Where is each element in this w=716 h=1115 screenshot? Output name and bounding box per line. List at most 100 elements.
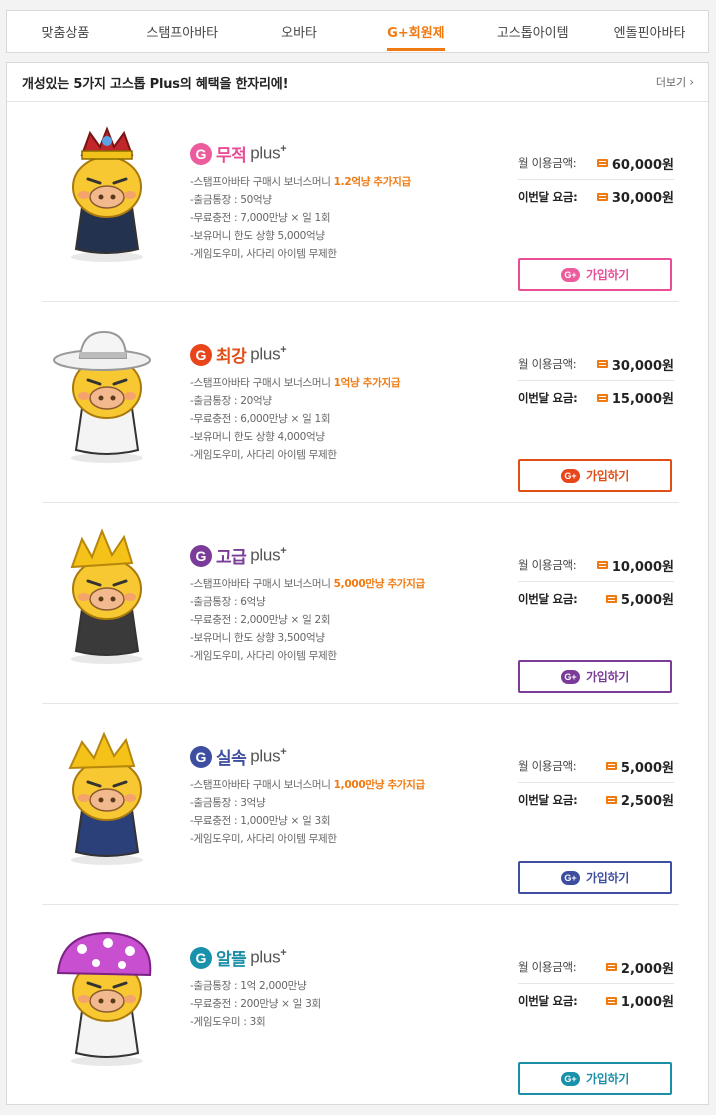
coin-icon	[596, 393, 608, 402]
tab-custom-products[interactable]: 맞춤상품	[7, 11, 124, 52]
plan-row: G 실속 plus+ -스탬프아바타 구매시 보너스머니 1,000만냥 추가지급 -출…	[42, 706, 679, 907]
plan-prices: 월 이용금액: 10,000원 이번달 요금: 5,000원	[518, 549, 674, 615]
coin-icon	[605, 762, 617, 770]
feature-text: -게임도우미 : 3회	[190, 1016, 266, 1028]
g-plus-icon: G+	[561, 1071, 581, 1086]
monthly-price: 60,000원	[596, 154, 674, 173]
this-month-price-label: 이번달 요금:	[518, 993, 578, 1008]
g-plus-icon: G+	[561, 468, 581, 483]
plan-feature-item: -출금통장 : 3억냥	[190, 794, 425, 812]
plan-feature-list: -스탬프아바타 구매시 보너스머니 1억냥 추가지급 -출금통장 : 20억냥 -무…	[190, 374, 400, 464]
feature-highlight: 1억냥 추가지급	[333, 377, 401, 389]
plan-feature-item: -무료충전 : 7,000만냥 × 일 1회	[190, 209, 411, 227]
category-tabs: 맞춤상품 스탬프아바타 오바타 G+회원제 고스톱아이템 엔돌핀아바타	[6, 10, 709, 53]
join-button[interactable]: G+ 가입하기	[518, 660, 672, 693]
feature-text: -무료충전 : 2,000만냥 × 일 2회	[190, 614, 331, 626]
tab-gostop-items[interactable]: 고스톱아이템	[474, 11, 591, 52]
plan-feature-item: -무료충전 : 1,000만냥 × 일 3회	[190, 812, 425, 830]
this-month-price-row: 이번달 요금: 5,000원	[518, 582, 674, 615]
feature-text: -게임도우미, 사다리 아이템 무제한	[190, 650, 337, 662]
feature-text: -무료충전 : 200만냥 × 일 3회	[190, 998, 321, 1010]
plan-feature-item: -출금통장 : 6억냥	[190, 593, 425, 611]
plan-feature-item: -무료충전 : 6,000만냥 × 일 1회	[190, 410, 400, 428]
plan-feature-item: -보유머니 한도 상향 3,500억냥	[190, 629, 425, 647]
plan-feature-item: -출금통장 : 20억냥	[190, 392, 400, 410]
monthly-price-label: 월 이용금액:	[518, 960, 577, 974]
tab-stamp-avatar[interactable]: 스탬프아바타	[124, 11, 241, 52]
coin-icon	[605, 594, 617, 603]
monthly-price: 10,000원	[596, 556, 674, 575]
more-label: 더보기	[655, 76, 687, 89]
plan-divider	[42, 301, 679, 302]
g-logo-icon: G	[190, 745, 212, 768]
plan-row: G 무적 plus+ -스탬프아바타 구매시 보너스머니 1.2억냥 추가지급 -출금통…	[42, 103, 679, 304]
monthly-price-row: 월 이용금액: 5,000원	[518, 750, 674, 783]
monthly-price-row: 월 이용금액: 10,000원	[518, 549, 674, 582]
plan-character-image	[52, 326, 162, 466]
plan-name-text: 고급	[216, 548, 247, 568]
plan-plus-text: plus+	[250, 143, 287, 163]
join-label: 가입하기	[586, 670, 629, 684]
join-button[interactable]: G+ 가입하기	[518, 459, 672, 492]
coin-icon	[605, 795, 617, 804]
tab-endorphin-avatar[interactable]: 엔돌핀아바타	[591, 11, 708, 52]
plan-name: G 최강 plus+	[190, 342, 287, 367]
tab-obata[interactable]: 오바타	[241, 11, 358, 52]
g-logo-icon: G	[190, 142, 212, 165]
coin-icon	[596, 561, 608, 569]
this-month-price-row: 이번달 요금: 1,000원	[518, 984, 674, 1017]
feature-text: -무료충전 : 7,000만냥 × 일 1회	[190, 212, 331, 224]
plan-prices: 월 이용금액: 30,000원 이번달 요금: 15,000원	[518, 348, 674, 414]
plan-feature-item: -게임도우미, 사다리 아이템 무제한	[190, 245, 411, 263]
panel-header: 개성있는 5가지 고스톱 Plus의 혜택을 한자리에! 더보기 ›	[7, 63, 708, 102]
join-button[interactable]: G+ 가입하기	[518, 1062, 672, 1095]
plan-plus-text: plus+	[250, 746, 287, 766]
coin-icon	[596, 360, 608, 368]
feature-text: -무료충전 : 6,000만냥 × 일 1회	[190, 413, 331, 425]
plan-plus-text: plus+	[250, 545, 287, 565]
plan-feature-item: -보유머니 한도 상향 5,000억냥	[190, 227, 411, 245]
plan-feature-item: -스탬프아바타 구매시 보너스머니 1.2억냥 추가지급	[190, 173, 411, 191]
feature-text: -무료충전 : 1,000만냥 × 일 3회	[190, 815, 331, 827]
feature-text: -스탬프아바타 구매시 보너스머니	[190, 377, 334, 389]
plan-row: G 최강 plus+ -스탬프아바타 구매시 보너스머니 1억냥 추가지급 -출금통장 …	[42, 304, 679, 505]
feature-text: -출금통장 : 3억냥	[190, 797, 266, 809]
this-month-price: 1,000원	[605, 991, 674, 1010]
join-button[interactable]: G+ 가입하기	[518, 861, 672, 894]
join-label: 가입하기	[586, 1072, 629, 1086]
feature-highlight: 1,000만냥 추가지급	[333, 779, 426, 791]
feature-text: -게임도우미, 사다리 아이템 무제한	[190, 449, 337, 461]
panel-title: 개성있는 5가지 고스톱 Plus의 혜택을 한자리에!	[22, 76, 289, 92]
more-link[interactable]: 더보기 ›	[656, 74, 694, 90]
plan-feature-item: -스탬프아바타 구매시 보너스머니 1,000만냥 추가지급	[190, 776, 425, 794]
g-plus-icon: G+	[561, 669, 581, 684]
plan-row: G 알뜰 plus+ -출금통장 : 1억 2,000만냥 -무료충전 : 200만냥 …	[42, 907, 679, 1108]
feature-text: -보유머니 한도 상향 3,500억냥	[190, 632, 325, 644]
feature-text: -출금통장 : 50억냥	[190, 194, 272, 206]
plan-feature-list: -스탬프아바타 구매시 보너스머니 1,000만냥 추가지급 -출금통장 : 3억…	[190, 776, 425, 848]
monthly-price-row: 월 이용금액: 2,000원	[518, 951, 674, 984]
coin-icon	[605, 996, 617, 1005]
feature-text: -보유머니 한도 상향 5,000억냥	[190, 230, 325, 242]
g-logo-icon: G	[190, 946, 212, 969]
this-month-price: 15,000원	[596, 388, 674, 407]
plan-feature-item: -출금통장 : 50억냥	[190, 191, 411, 209]
this-month-price-row: 이번달 요금: 15,000원	[518, 381, 674, 414]
plan-character-image	[52, 929, 162, 1069]
plan-prices: 월 이용금액: 2,000원이번달 요금: 1,000원	[518, 951, 674, 1017]
join-button[interactable]: G+ 가입하기	[518, 258, 672, 291]
this-month-price-label: 이번달 요금:	[518, 189, 578, 204]
feature-text: -스탬프아바타 구매시 보너스머니	[190, 578, 334, 590]
plan-feature-item: -스탬프아바타 구매시 보너스머니 1억냥 추가지급	[190, 374, 400, 392]
plan-prices: 월 이용금액: 60,000원 이번달 요금: 30,000원	[518, 147, 674, 213]
plan-name-text: 최강	[216, 347, 247, 367]
tab-g-plus-membership[interactable]: G+회원제	[357, 11, 474, 52]
join-label: 가입하기	[586, 469, 629, 483]
monthly-price: 30,000원	[596, 355, 674, 374]
feature-text: -출금통장 : 6억냥	[190, 596, 266, 608]
plan-plus-text: plus+	[250, 947, 287, 967]
plan-feature-item: -출금통장 : 1억 2,000만냥	[190, 977, 321, 995]
feature-highlight: 1.2억냥 추가지급	[333, 176, 412, 188]
plan-feature-item: -게임도우미 : 3회	[190, 1013, 321, 1031]
coin-icon	[605, 963, 617, 971]
